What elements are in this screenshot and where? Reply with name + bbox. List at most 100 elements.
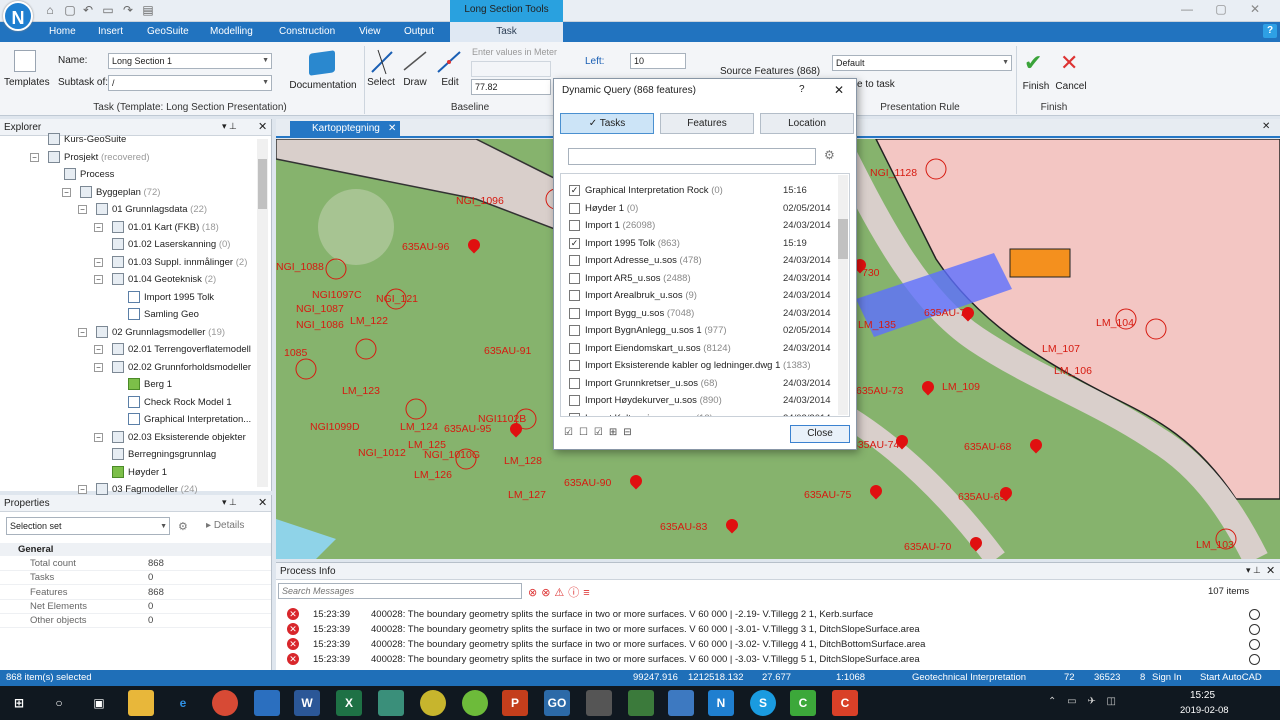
- message-row[interactable]: ✕ 15:23:39 400028: The boundary geometry s…: [276, 652, 1280, 667]
- menu-output[interactable]: Output: [404, 22, 434, 42]
- checkbox[interactable]: [569, 342, 580, 354]
- expand-toggle[interactable]: −: [78, 485, 87, 494]
- general-section[interactable]: General: [0, 543, 271, 556]
- cancel-button[interactable]: Cancel: [1054, 81, 1088, 92]
- windows-start-icon[interactable]: ⊞: [6, 690, 32, 716]
- checkbox[interactable]: [569, 412, 580, 416]
- task-list-item[interactable]: Import Høydekurver_u.sos (890) 24/03/2014: [569, 392, 849, 410]
- menu-modelling[interactable]: Modelling: [210, 22, 253, 42]
- menu-insert[interactable]: Insert: [98, 22, 123, 42]
- tree-item[interactable]: 01 Grunnlagsdata (22): [96, 201, 207, 218]
- dialog-search-input[interactable]: [568, 148, 816, 165]
- templates-button[interactable]: Templates: [4, 77, 50, 88]
- documentation-button[interactable]: Documentation: [285, 80, 361, 91]
- tree-item[interactable]: 01.03 Suppl. innmålinger (2): [112, 254, 247, 271]
- save-icon[interactable]: ▤: [140, 2, 156, 18]
- tree-item[interactable]: 01.02 Laserskanning (0): [112, 236, 230, 253]
- pin-icon[interactable]: ▾ ⊥: [222, 121, 237, 132]
- start-autocad-button[interactable]: Start AutoCAD: [1200, 670, 1262, 686]
- tree-item[interactable]: 02.03 Eksisterende objekter: [112, 429, 246, 446]
- powerpoint-icon[interactable]: P: [502, 690, 528, 716]
- app-icon[interactable]: [462, 690, 488, 716]
- task-list-item[interactable]: ✓ Graphical Interpretation Rock (0) 15:16: [569, 182, 849, 200]
- tree-item[interactable]: 02.02 Grunnforholdsmodeller: [112, 359, 251, 376]
- message-status-icon[interactable]: [1249, 624, 1260, 635]
- maximize-icon[interactable]: ▢: [1206, 2, 1236, 18]
- task-list-item[interactable]: Import Eiendomskart_u.sos (8124) 24/03/20…: [569, 340, 849, 358]
- tree-item[interactable]: Byggeplan (72): [80, 184, 160, 201]
- tree-item[interactable]: 02.01 Terrengoverflatemodell: [112, 341, 251, 358]
- menu-geosuite[interactable]: GeoSuite: [147, 22, 189, 42]
- draw-button[interactable]: Draw: [400, 77, 430, 88]
- expand-toggle[interactable]: −: [94, 432, 103, 442]
- close-panel-icon[interactable]: ✕: [258, 496, 267, 509]
- pin-icon[interactable]: ▾ ⊥: [1246, 565, 1261, 576]
- task-list-item[interactable]: Import Bygg_u.sos (7048) 24/03/2014: [569, 305, 849, 323]
- task-list-item[interactable]: Import AR5_u.sos (2488) 24/03/2014: [569, 270, 849, 288]
- close-tab-icon[interactable]: ✕: [388, 121, 396, 137]
- expand-toggle[interactable]: −: [78, 327, 87, 337]
- menu-home[interactable]: Home: [49, 22, 76, 42]
- expand-toggle[interactable]: −: [30, 152, 39, 162]
- expand-toggle[interactable]: −: [78, 205, 87, 214]
- open-icon[interactable]: ▭: [100, 2, 116, 18]
- checkbox[interactable]: [569, 220, 580, 231]
- menu-view[interactable]: View: [359, 22, 381, 42]
- source-features-label[interactable]: Source Features (868): [720, 66, 820, 77]
- minimize-icon[interactable]: —: [1172, 2, 1202, 18]
- tree-item[interactable]: Process: [64, 166, 114, 183]
- dialog-close-icon[interactable]: ✕: [834, 83, 844, 97]
- dialog-help-button[interactable]: ?: [799, 84, 805, 95]
- excel-icon[interactable]: X: [336, 690, 362, 716]
- tree-item[interactable]: Prosjekt (recovered): [48, 149, 150, 166]
- search-messages-input[interactable]: [278, 583, 522, 599]
- message-row[interactable]: ✕ 15:23:39 400028: The boundary geometry s…: [276, 622, 1280, 637]
- expand-toggle[interactable]: −: [94, 345, 103, 354]
- tree-item[interactable]: Høyder 1: [112, 464, 167, 481]
- selection-set-select[interactable]: Selection set ▼: [6, 517, 170, 535]
- dialog-close-button[interactable]: Close: [790, 425, 850, 443]
- app-icon[interactable]: [378, 690, 404, 716]
- geosuite-icon[interactable]: GO: [544, 690, 570, 716]
- list-action-icons[interactable]: ☑☐☑⊞⊟: [564, 427, 638, 438]
- gear-icon[interactable]: ⚙: [178, 520, 188, 533]
- app-icon[interactable]: [420, 690, 446, 716]
- chrome-icon[interactable]: [212, 690, 238, 716]
- task-list-item[interactable]: Høyder 1 (0) 02/05/2014: [569, 200, 849, 218]
- task-list-item[interactable]: Import 1 (26098) 24/03/2014: [569, 217, 849, 235]
- left-input[interactable]: 10: [630, 53, 686, 69]
- clock-date[interactable]: 2019-02-08: [1180, 705, 1229, 716]
- task-list-scrollbar[interactable]: [838, 175, 848, 415]
- tree-item[interactable]: Kurs-GeoSuite: [48, 131, 126, 148]
- expand-toggle[interactable]: −: [62, 187, 71, 197]
- presentation-rule-select[interactable]: Default ▼: [832, 55, 1012, 71]
- tree-item[interactable]: Import 1995 Tolk: [128, 289, 214, 306]
- checkbox[interactable]: [569, 272, 580, 284]
- app-icon[interactable]: [586, 690, 612, 716]
- checkbox[interactable]: [569, 395, 580, 406]
- close-window-icon[interactable]: ✕: [1240, 2, 1270, 18]
- finish-button[interactable]: Finish: [1020, 81, 1052, 92]
- task-view-icon[interactable]: ▣: [86, 690, 112, 716]
- app-logo[interactable]: N: [3, 1, 33, 31]
- search-icon[interactable]: ○: [46, 690, 72, 716]
- menu-construction[interactable]: Construction: [279, 22, 335, 42]
- word-icon[interactable]: W: [294, 690, 320, 716]
- tab-tasks[interactable]: ✓ Tasks: [560, 113, 654, 134]
- expand-toggle[interactable]: −: [94, 222, 103, 232]
- message-status-icon[interactable]: [1249, 654, 1260, 665]
- app-icon[interactable]: C: [832, 690, 858, 716]
- task-list-item[interactable]: Import BygnAnlegg_u.sos 1 (977) 02/05/201…: [569, 322, 849, 340]
- help-icon[interactable]: ?: [1263, 24, 1277, 38]
- pin-icon[interactable]: ▾ ⊥: [222, 497, 237, 508]
- tree-item[interactable]: Berregningsgrunnlag: [112, 446, 216, 463]
- property-row[interactable]: Other objects 0: [0, 614, 271, 629]
- checkbox[interactable]: [569, 307, 580, 319]
- property-row[interactable]: Net Elements 0: [0, 600, 271, 614]
- message-status-icon[interactable]: [1249, 639, 1260, 650]
- undo-icon[interactable]: ↶: [80, 2, 96, 18]
- tree-item[interactable]: Check Rock Model 1: [128, 394, 232, 411]
- file-explorer-icon[interactable]: [128, 690, 154, 716]
- edit-button[interactable]: Edit: [436, 77, 464, 88]
- clock-time[interactable]: 15:25: [1190, 690, 1215, 701]
